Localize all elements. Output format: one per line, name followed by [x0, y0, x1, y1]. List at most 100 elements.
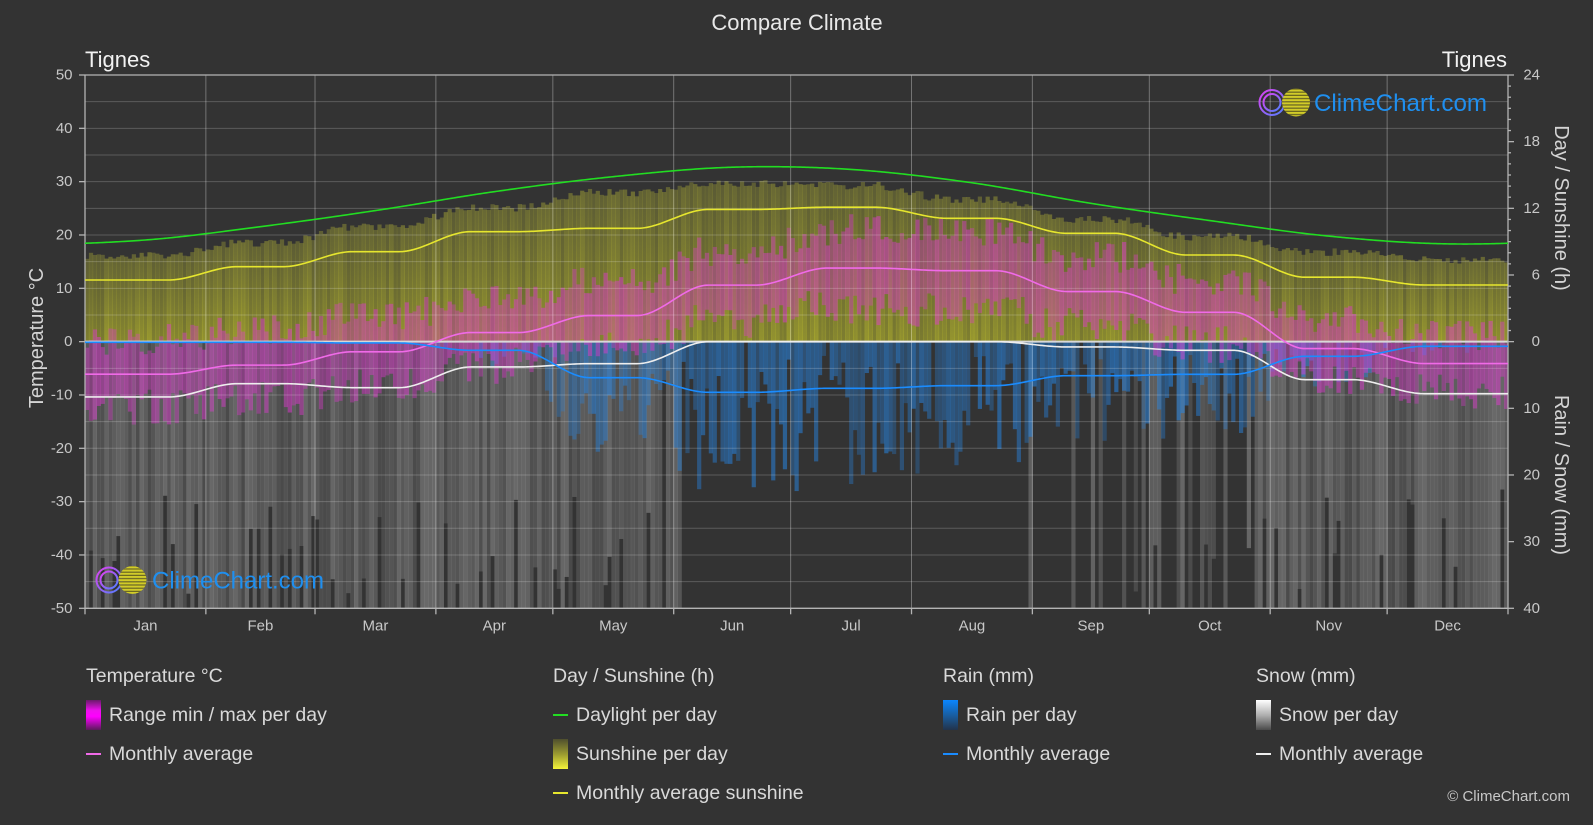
- sunshine-day-bar: [1476, 260, 1482, 342]
- sunshine-day-bar: [143, 256, 148, 342]
- temperature-range-day-bar: [630, 269, 636, 352]
- temperature-range-day-bar: [934, 239, 940, 325]
- rain-day-bar: [739, 341, 745, 398]
- y-axis-right-bottom-tick-label: 10: [1523, 400, 1540, 417]
- temperature-range-day-bar: [96, 336, 101, 406]
- temperature-range-day-bar: [634, 285, 639, 356]
- legend-label: Daylight per day: [576, 704, 717, 726]
- rain-day-bar: [1083, 341, 1088, 365]
- rain-day-bar: [747, 341, 752, 408]
- rain-day-bar: [771, 341, 776, 481]
- y-axis-left-tick-label: 20: [56, 226, 73, 243]
- temperature-range-day-bar: [315, 336, 320, 388]
- rain-day-bar: [981, 341, 986, 357]
- x-axis-month-label: Feb: [248, 618, 274, 635]
- temperature-range-day-bar: [1106, 243, 1111, 321]
- temperature-range-day-bar: [1433, 322, 1439, 400]
- legend-label: Monthly average: [109, 743, 254, 765]
- rain-day-bar: [1098, 341, 1103, 360]
- sunshine-day-bar: [283, 245, 289, 342]
- temperature-range-day-bar: [377, 326, 382, 394]
- temperature-range-day-bar: [599, 286, 604, 335]
- rain-day-bar: [732, 341, 737, 454]
- temperature-range-day-bar: [1348, 306, 1353, 394]
- temperature-range-day-bar: [1001, 234, 1006, 299]
- rain-day-bar: [1242, 341, 1248, 428]
- rain-day-bar: [798, 341, 803, 434]
- temperature-range-day-bar: [763, 253, 768, 305]
- temperature-range-day-bar: [455, 310, 460, 364]
- temperature-range-day-bar: [966, 229, 971, 310]
- rain-day-bar: [716, 341, 721, 377]
- rain-day-bar: [1067, 341, 1072, 371]
- sunshine-day-bar: [1402, 259, 1407, 342]
- temperature-range-day-bar: [977, 238, 982, 314]
- sunshine-day-bar: [1422, 256, 1427, 342]
- daylight-line-icon: [553, 714, 568, 716]
- rain-day-bar: [685, 341, 690, 454]
- rain-day-bar: [966, 341, 971, 426]
- temperature-range-day-bar: [240, 331, 246, 413]
- y-axis-right-top-tick-label: 24: [1523, 67, 1540, 84]
- climate-chart: Compare Climate Tignes Tignes Temperatur…: [26, 10, 1572, 635]
- temperature-range-day-bar: [361, 303, 366, 394]
- sunshine-day-bar: [147, 252, 152, 342]
- rain-day-bar: [1071, 341, 1076, 372]
- y-axis-right-top-tick-label: 12: [1523, 200, 1540, 217]
- temperature-range-day-bar: [1246, 272, 1251, 353]
- temperature-range-day-bar: [155, 346, 160, 424]
- temperature-range-day-bar: [1059, 255, 1064, 336]
- temperature-range-day-bar: [1281, 301, 1287, 360]
- temperature-range-day-bar: [872, 217, 877, 298]
- temperature-range-day-bar: [389, 303, 394, 374]
- temperature-range-day-bar: [1063, 271, 1068, 316]
- sunshine-day-bar: [123, 256, 129, 342]
- sunshine-day-bar: [1426, 258, 1431, 342]
- temperature-range-day-bar: [1161, 287, 1166, 348]
- chart-title: Compare Climate: [711, 10, 882, 35]
- temperature-range-day-bar: [778, 245, 784, 306]
- climechart-logo-icon: [1258, 88, 1310, 117]
- temperature-range-day-bar: [841, 231, 846, 300]
- temperature-range-day-bar: [229, 344, 234, 397]
- sunshine-day-bar: [100, 254, 105, 342]
- temperature-range-day-bar: [1254, 301, 1259, 352]
- temperature-range-day-bar: [911, 233, 916, 326]
- sunshine-day-bar: [182, 255, 187, 342]
- temperature-range-day-bar: [1118, 272, 1123, 322]
- rain-day-bar: [1008, 341, 1014, 364]
- rain-day-bar: [880, 341, 885, 444]
- temperature-range-day-bar: [693, 247, 698, 306]
- sunshine-day-bar: [92, 254, 97, 342]
- temperature-range-day-bar: [529, 296, 534, 373]
- rain-day-bar: [759, 341, 764, 372]
- rain-day-bar: [619, 341, 624, 412]
- temperature-range-day-bar: [997, 222, 1002, 317]
- x-axis-month-label: Dec: [1434, 618, 1461, 635]
- snow-day-bar: [552, 341, 558, 570]
- sunshine-day-bar: [248, 240, 253, 342]
- legend-label: Rain per day: [966, 704, 1077, 726]
- snow-day-bar: [455, 341, 460, 584]
- temperature-range-day-bar: [1083, 270, 1088, 327]
- rain-day-bar: [911, 341, 916, 409]
- sunshine-day-bar: [104, 258, 109, 342]
- temperature-range-day-bar: [958, 241, 963, 322]
- temperature-range-day-bar: [381, 321, 386, 378]
- rain-day-bar: [1086, 341, 1092, 394]
- rain-day-bar: [782, 341, 788, 470]
- temperature-range-day-bar: [490, 286, 495, 361]
- rain-day-bar: [572, 341, 577, 440]
- temperature-range-day-bar: [474, 298, 480, 362]
- sunshine-day-bar: [116, 256, 121, 342]
- legend-label: Monthly average: [1279, 743, 1424, 765]
- temperature-range-day-bar: [989, 217, 994, 315]
- temperature-range-day-bar: [1277, 308, 1283, 378]
- rain-day-bar: [810, 341, 815, 408]
- rain-day-bar: [1262, 341, 1267, 354]
- temperature-range-day-bar: [993, 243, 998, 302]
- x-axis-month-label: Jan: [133, 618, 157, 635]
- sunshine-day-bar: [112, 258, 117, 342]
- rain-day-bar: [1172, 341, 1177, 357]
- temperature-range-day-bar: [771, 236, 776, 308]
